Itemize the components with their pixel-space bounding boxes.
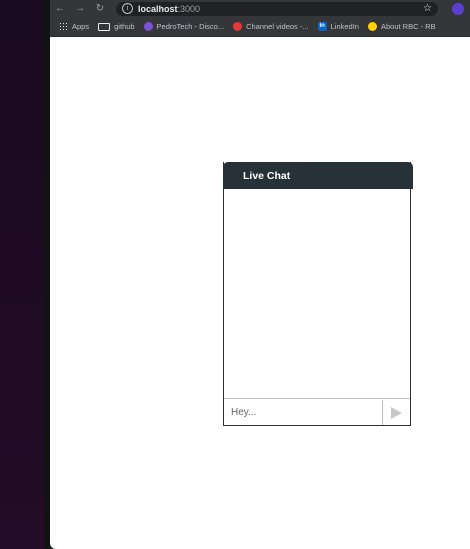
chat-title: Live Chat [243, 169, 291, 182]
bookmark-label: LinkedIn [330, 22, 359, 31]
back-button[interactable]: ← [50, 3, 70, 14]
forward-button[interactable]: → [70, 3, 90, 14]
pedrotech-icon [143, 22, 153, 31]
url-host: localhost [138, 3, 178, 14]
bookmarks-bar: Apps github PedroTech - Disco... Channel… [50, 17, 470, 37]
bookmark-label: PedroTech - Disco... [156, 22, 225, 31]
bookmark-pedrotech[interactable]: PedroTech - Disco... [143, 22, 225, 31]
bookmark-channel-videos[interactable]: Channel videos -... [233, 22, 309, 31]
bookmark-label: Apps [72, 22, 90, 31]
chat-footer [224, 400, 410, 425]
chat-header: Live Chat [223, 162, 413, 189]
desktop-background [0, 0, 44, 549]
url-port: :3000 [177, 3, 201, 14]
profile-avatar[interactable] [452, 2, 464, 15]
youtube-icon [233, 22, 243, 31]
site-info-icon[interactable]: i [122, 3, 133, 14]
bookmark-apps[interactable]: Apps [59, 22, 89, 31]
bookmark-linkedin[interactable]: in LinkedIn [317, 22, 359, 31]
message-input[interactable] [224, 400, 382, 425]
browser-toolbar: ← → ↻ i localhost :3000 ☆ [50, 0, 470, 17]
bookmark-label: github [114, 22, 135, 31]
bookmark-about-rbc[interactable]: About RBC - RB [367, 22, 436, 31]
live-chat-window: Live Chat [223, 162, 413, 426]
bookmark-label: About RBC - RB [380, 22, 436, 31]
bookmark-github[interactable]: github [98, 22, 135, 31]
bookmark-star-icon[interactable]: ☆ [423, 3, 432, 14]
rbc-icon [367, 22, 377, 31]
reload-button[interactable]: ↻ [90, 3, 110, 14]
folder-icon [98, 22, 111, 31]
linkedin-icon: in [317, 22, 327, 31]
page-viewport: Live Chat [50, 37, 470, 549]
address-bar[interactable]: i localhost :3000 ☆ [116, 1, 438, 16]
send-arrow-icon [391, 406, 402, 419]
send-button[interactable] [382, 400, 410, 425]
chat-messages-area[interactable] [224, 189, 410, 399]
bookmark-label: Channel videos -... [246, 22, 309, 31]
apps-grid-icon [59, 22, 68, 31]
browser-window: ← → ↻ i localhost :3000 ☆ Apps github Pe… [44, 0, 470, 549]
